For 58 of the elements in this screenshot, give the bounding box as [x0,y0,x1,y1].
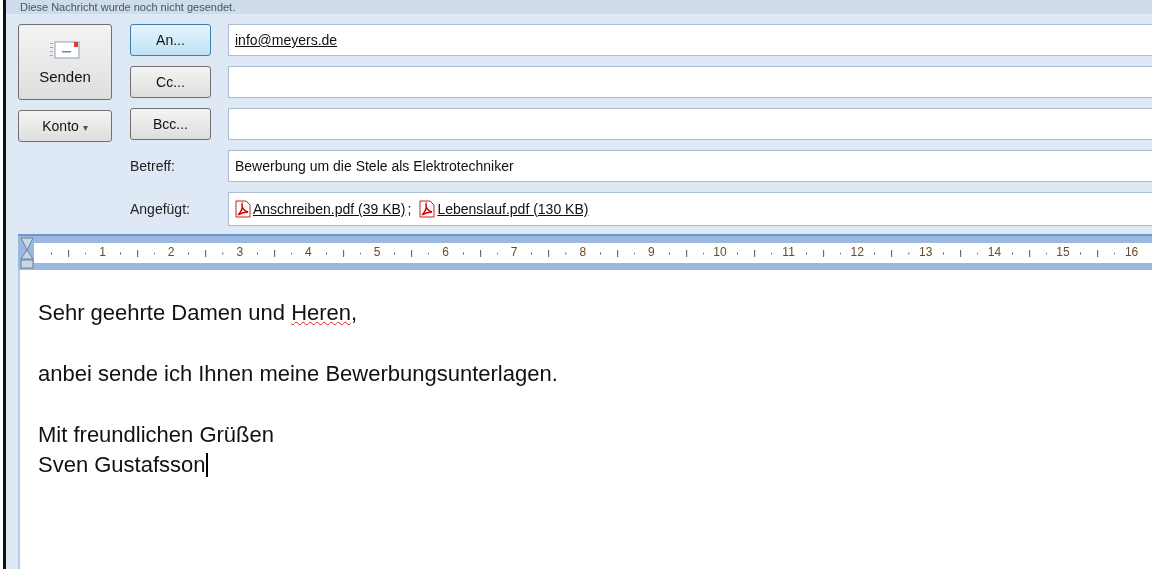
address-field[interactable]: info@meyers.de [228,24,1152,56]
attachments-label: Angefügt: [130,201,191,217]
body-text: Sven Gustafsson [38,451,206,479]
ruler-number: 4 [304,245,313,259]
tick-marks-drawing [668,250,704,257]
tick-marks-drawing [737,250,773,257]
ruler-number: 11 [781,245,796,259]
pdf-file-icon [419,200,436,218]
tick-marks-drawing [325,250,361,257]
body-text: Sehr geehrte Damen und Heren, [38,299,358,327]
subject-field[interactable]: Bewerbung um die Stele als Elektrotechniker [228,150,1152,182]
tick-marks-drawing [599,250,636,257]
ruler-number: 7 [509,245,519,259]
address-button[interactable]: An... [130,24,211,56]
send-button[interactable]: Senden [18,24,112,100]
address-field[interactable] [228,66,1152,98]
tick-marks-drawing [394,250,430,257]
tick-marks-drawing [942,250,979,257]
tick-marks-drawing [119,250,156,257]
tick-marks-drawing [188,250,224,257]
ruler-number: 10 [712,245,728,259]
attachment-link[interactable]: Lebenslauf.pdf (130 KB) [437,201,589,217]
text-cursor [205,453,208,477]
ruler-number: 6 [441,245,450,259]
ruler-number: 16 [1123,245,1140,259]
attachments-field[interactable]: Anschreiben.pdf (39 KB); Lebenslauf.pdf (130 KB) [228,192,1152,226]
body-text: Mit freundlichen Grüßen [38,421,274,449]
ruler-number: 1 [98,245,107,259]
separator-text: ; [407,201,412,217]
address-button[interactable]: Bcc... [130,108,211,140]
tick-marks-drawing [256,250,293,257]
account-button[interactable]: Konto ▾ [18,110,112,142]
indent-marker-icon [20,237,34,269]
ruler-number: 3 [235,245,245,259]
ruler-number: 2 [166,245,176,259]
body-text: anbei sende ich Ihnen meine Bewerbungsunterlagen. [38,360,558,388]
ruler-number: 12 [849,245,865,259]
tick-marks-drawing [805,250,842,257]
ruler-number: 15 [1055,245,1071,259]
tick-marks-drawing [51,250,87,257]
address-field[interactable] [228,108,1152,140]
envelope-icon [50,39,80,60]
ruler-number: 13 [918,245,934,259]
address-button[interactable]: Cc... [130,66,211,98]
info-bar: Diese Nachricht wurde noch nicht gesendet. [6,0,1152,14]
ruler-number: 14 [986,245,1003,259]
tick-marks-drawing [462,250,499,257]
ruler-number: 5 [372,245,382,259]
tick-marks-drawing [1011,250,1047,257]
subject-label: Betreff: [130,158,176,174]
ruler-number: 8 [578,245,588,259]
message-body[interactable]: Sehr geehrte Damen und Heren, anbei sende ich Ihnen meine Bewerbungsunterlagen. Mit freundlichen Grüßen Sven Gustafsson [18,270,1152,569]
tick-marks-drawing [531,250,567,257]
pdf-file-icon [235,200,251,218]
tick-marks-drawing [874,250,910,257]
ruler-number: 9 [647,245,656,259]
attachment-link[interactable]: Anschreiben.pdf (39 KB) [253,201,406,217]
tick-marks-drawing [1080,250,1116,257]
